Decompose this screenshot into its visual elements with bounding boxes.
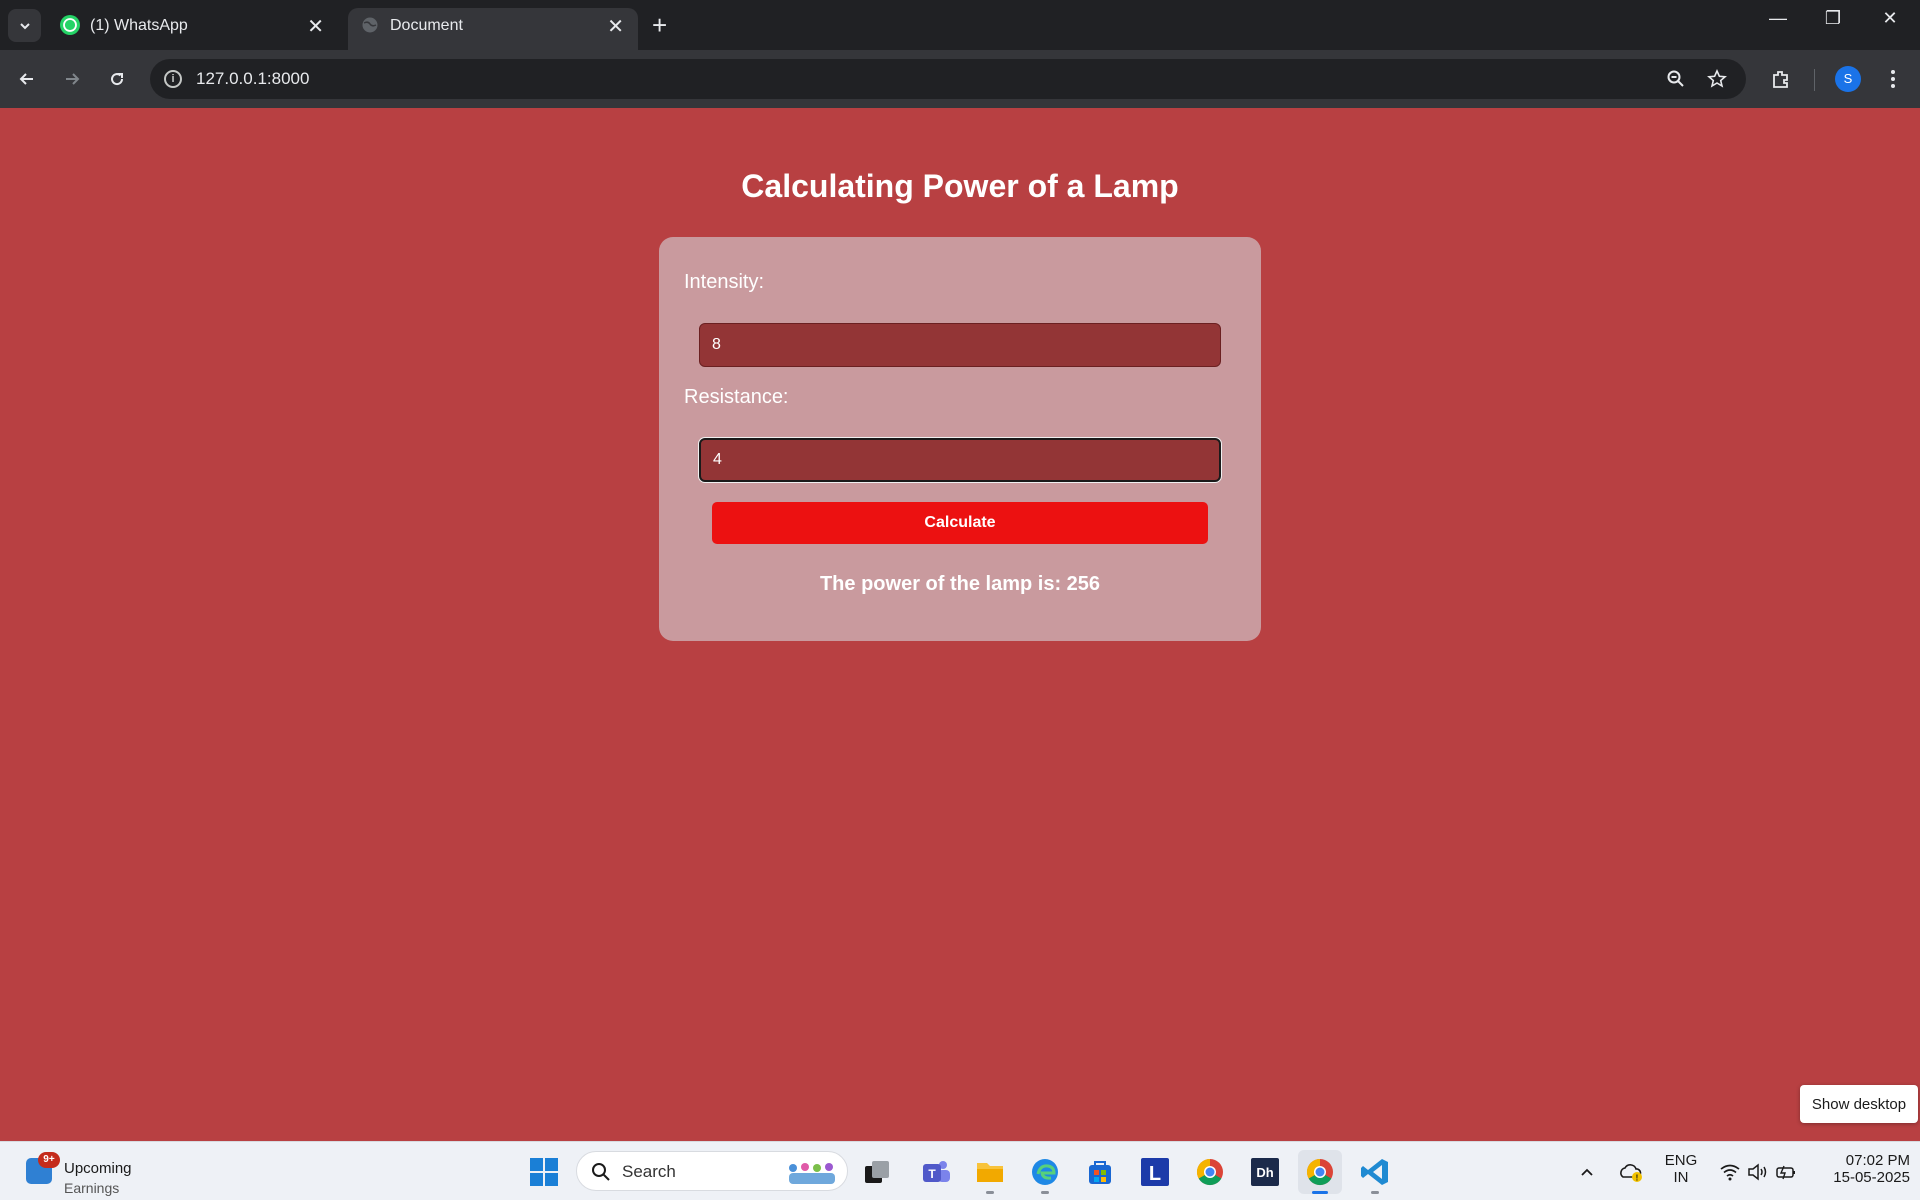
store-button[interactable] <box>1078 1150 1122 1194</box>
browser-tab-strip: (1) WhatsApp ✕ Document ✕ + — ❐ ✕ <box>0 0 1920 50</box>
tab-document[interactable]: Document ✕ <box>348 8 638 50</box>
show-desktop-tooltip: Show desktop <box>1800 1085 1918 1123</box>
reload-icon <box>111 73 124 86</box>
intensity-input[interactable] <box>699 323 1221 367</box>
clock-date: 15-05-2025 <box>1833 1169 1910 1186</box>
address-bar[interactable]: i 127.0.0.1:8000 <box>150 59 1746 99</box>
notification-badge: 9+ <box>38 1152 60 1168</box>
store-icon <box>1089 1161 1111 1184</box>
browser-toolbar: i 127.0.0.1:8000 S <box>0 50 1920 108</box>
arrow-right-icon <box>66 73 80 85</box>
dh-app-button[interactable]: Dh <box>1243 1150 1287 1194</box>
start-button[interactable] <box>522 1150 566 1194</box>
wifi-icon <box>1720 1164 1740 1181</box>
teams-button[interactable]: T <box>914 1150 958 1194</box>
battery-icon <box>1776 1165 1795 1180</box>
region-code: IN <box>1673 1169 1689 1186</box>
svg-text:L: L <box>1149 1163 1161 1185</box>
svg-text:T: T <box>928 1167 936 1181</box>
language-code: ENG <box>1664 1152 1698 1169</box>
globe-icon <box>360 15 380 35</box>
running-indicator <box>986 1191 994 1194</box>
search-label: Search <box>622 1162 676 1181</box>
close-tab-icon[interactable]: ✕ <box>607 14 624 39</box>
running-indicator <box>1371 1191 1379 1194</box>
windows-icon <box>530 1158 558 1186</box>
back-button[interactable] <box>10 62 44 96</box>
chrome-icon <box>1306 1158 1333 1186</box>
page-title: Calculating Power of a Lamp <box>741 168 1179 204</box>
calculate-button[interactable]: Calculate <box>712 502 1208 544</box>
tray-overflow-button[interactable] <box>1571 1150 1603 1194</box>
intensity-label: Intensity: <box>684 271 765 293</box>
svg-text:!: ! <box>1636 1174 1639 1183</box>
active-indicator <box>1312 1191 1328 1194</box>
tab-title: Document <box>390 17 463 34</box>
restore-icon[interactable]: ❐ <box>1813 8 1853 29</box>
language-indicator[interactable]: ENG IN <box>1658 1152 1704 1186</box>
widget-subtitle: Earnings <box>64 1180 120 1196</box>
edge-button[interactable] <box>1023 1150 1067 1194</box>
extensions-icon[interactable] <box>1764 62 1798 96</box>
web-page: Calculating Power of a Lamp Intensity: R… <box>0 108 1920 1141</box>
volume-icon <box>1748 1163 1767 1181</box>
close-tab-icon[interactable]: ✕ <box>307 14 324 39</box>
forward-button[interactable] <box>55 62 89 96</box>
cloud-warning-icon: ! <box>1620 1164 1642 1183</box>
search-highlight-icon <box>789 1163 835 1184</box>
clock[interactable]: 07:02 PM 15-05-2025 <box>1810 1152 1910 1186</box>
tab-whatsapp[interactable]: (1) WhatsApp ✕ <box>48 8 338 50</box>
minimize-icon[interactable]: — <box>1758 8 1798 29</box>
folder-icon <box>977 1163 1003 1182</box>
teams-icon: T <box>923 1161 950 1182</box>
resistance-label: Resistance: <box>684 386 789 408</box>
url-text: 127.0.0.1:8000 <box>196 69 310 88</box>
task-view-icon <box>865 1161 889 1183</box>
quick-settings-button[interactable] <box>1713 1150 1803 1194</box>
l-app-icon: L <box>1141 1158 1169 1186</box>
more-menu-icon[interactable] <box>1876 62 1910 96</box>
svg-text:Dh: Dh <box>1256 1165 1273 1180</box>
vscode-button[interactable] <box>1353 1150 1397 1194</box>
chevron-up-icon <box>1581 1168 1593 1176</box>
close-window-icon[interactable]: ✕ <box>1870 8 1910 29</box>
widget-title: Upcoming <box>64 1160 132 1177</box>
file-explorer-button[interactable] <box>968 1150 1012 1194</box>
tab-search-button[interactable] <box>8 9 41 42</box>
chrome-button[interactable] <box>1188 1150 1232 1194</box>
chevron-down-icon <box>19 22 30 29</box>
chrome-icon <box>1196 1158 1223 1186</box>
result-text: The power of the lamp is: 256 <box>819 573 1101 595</box>
task-view-button[interactable] <box>855 1150 899 1194</box>
star-icon[interactable] <box>1700 62 1734 96</box>
taskbar: 9+ Upcoming Earnings Search T L Dh ! ENG… <box>0 1141 1920 1200</box>
toolbar-divider <box>1814 69 1815 91</box>
profile-avatar[interactable]: S <box>1835 66 1861 92</box>
site-info-icon[interactable]: i <box>164 70 182 88</box>
search-icon <box>592 1163 610 1181</box>
l-app-button[interactable]: L <box>1133 1150 1177 1194</box>
running-indicator <box>1041 1191 1049 1194</box>
vscode-icon <box>1361 1159 1388 1185</box>
edge-icon <box>1032 1159 1058 1185</box>
tab-title: (1) WhatsApp <box>90 17 188 34</box>
resistance-input[interactable] <box>699 438 1221 482</box>
new-tab-button[interactable]: + <box>652 10 667 40</box>
dh-app-icon: Dh <box>1251 1158 1279 1186</box>
clock-time: 07:02 PM <box>1845 1152 1910 1169</box>
onedrive-button[interactable]: ! <box>1614 1150 1648 1194</box>
arrow-left-icon <box>19 73 33 85</box>
reload-button[interactable] <box>100 62 134 96</box>
zoom-icon[interactable] <box>1659 62 1693 96</box>
chrome-active-button[interactable] <box>1298 1150 1342 1194</box>
whatsapp-icon <box>60 15 80 35</box>
widgets-button[interactable]: 9+ Upcoming Earnings <box>26 1152 176 1196</box>
calculator-card: Intensity: Resistance: Calculate The pow… <box>659 237 1261 641</box>
taskbar-search[interactable]: Search <box>576 1151 848 1191</box>
